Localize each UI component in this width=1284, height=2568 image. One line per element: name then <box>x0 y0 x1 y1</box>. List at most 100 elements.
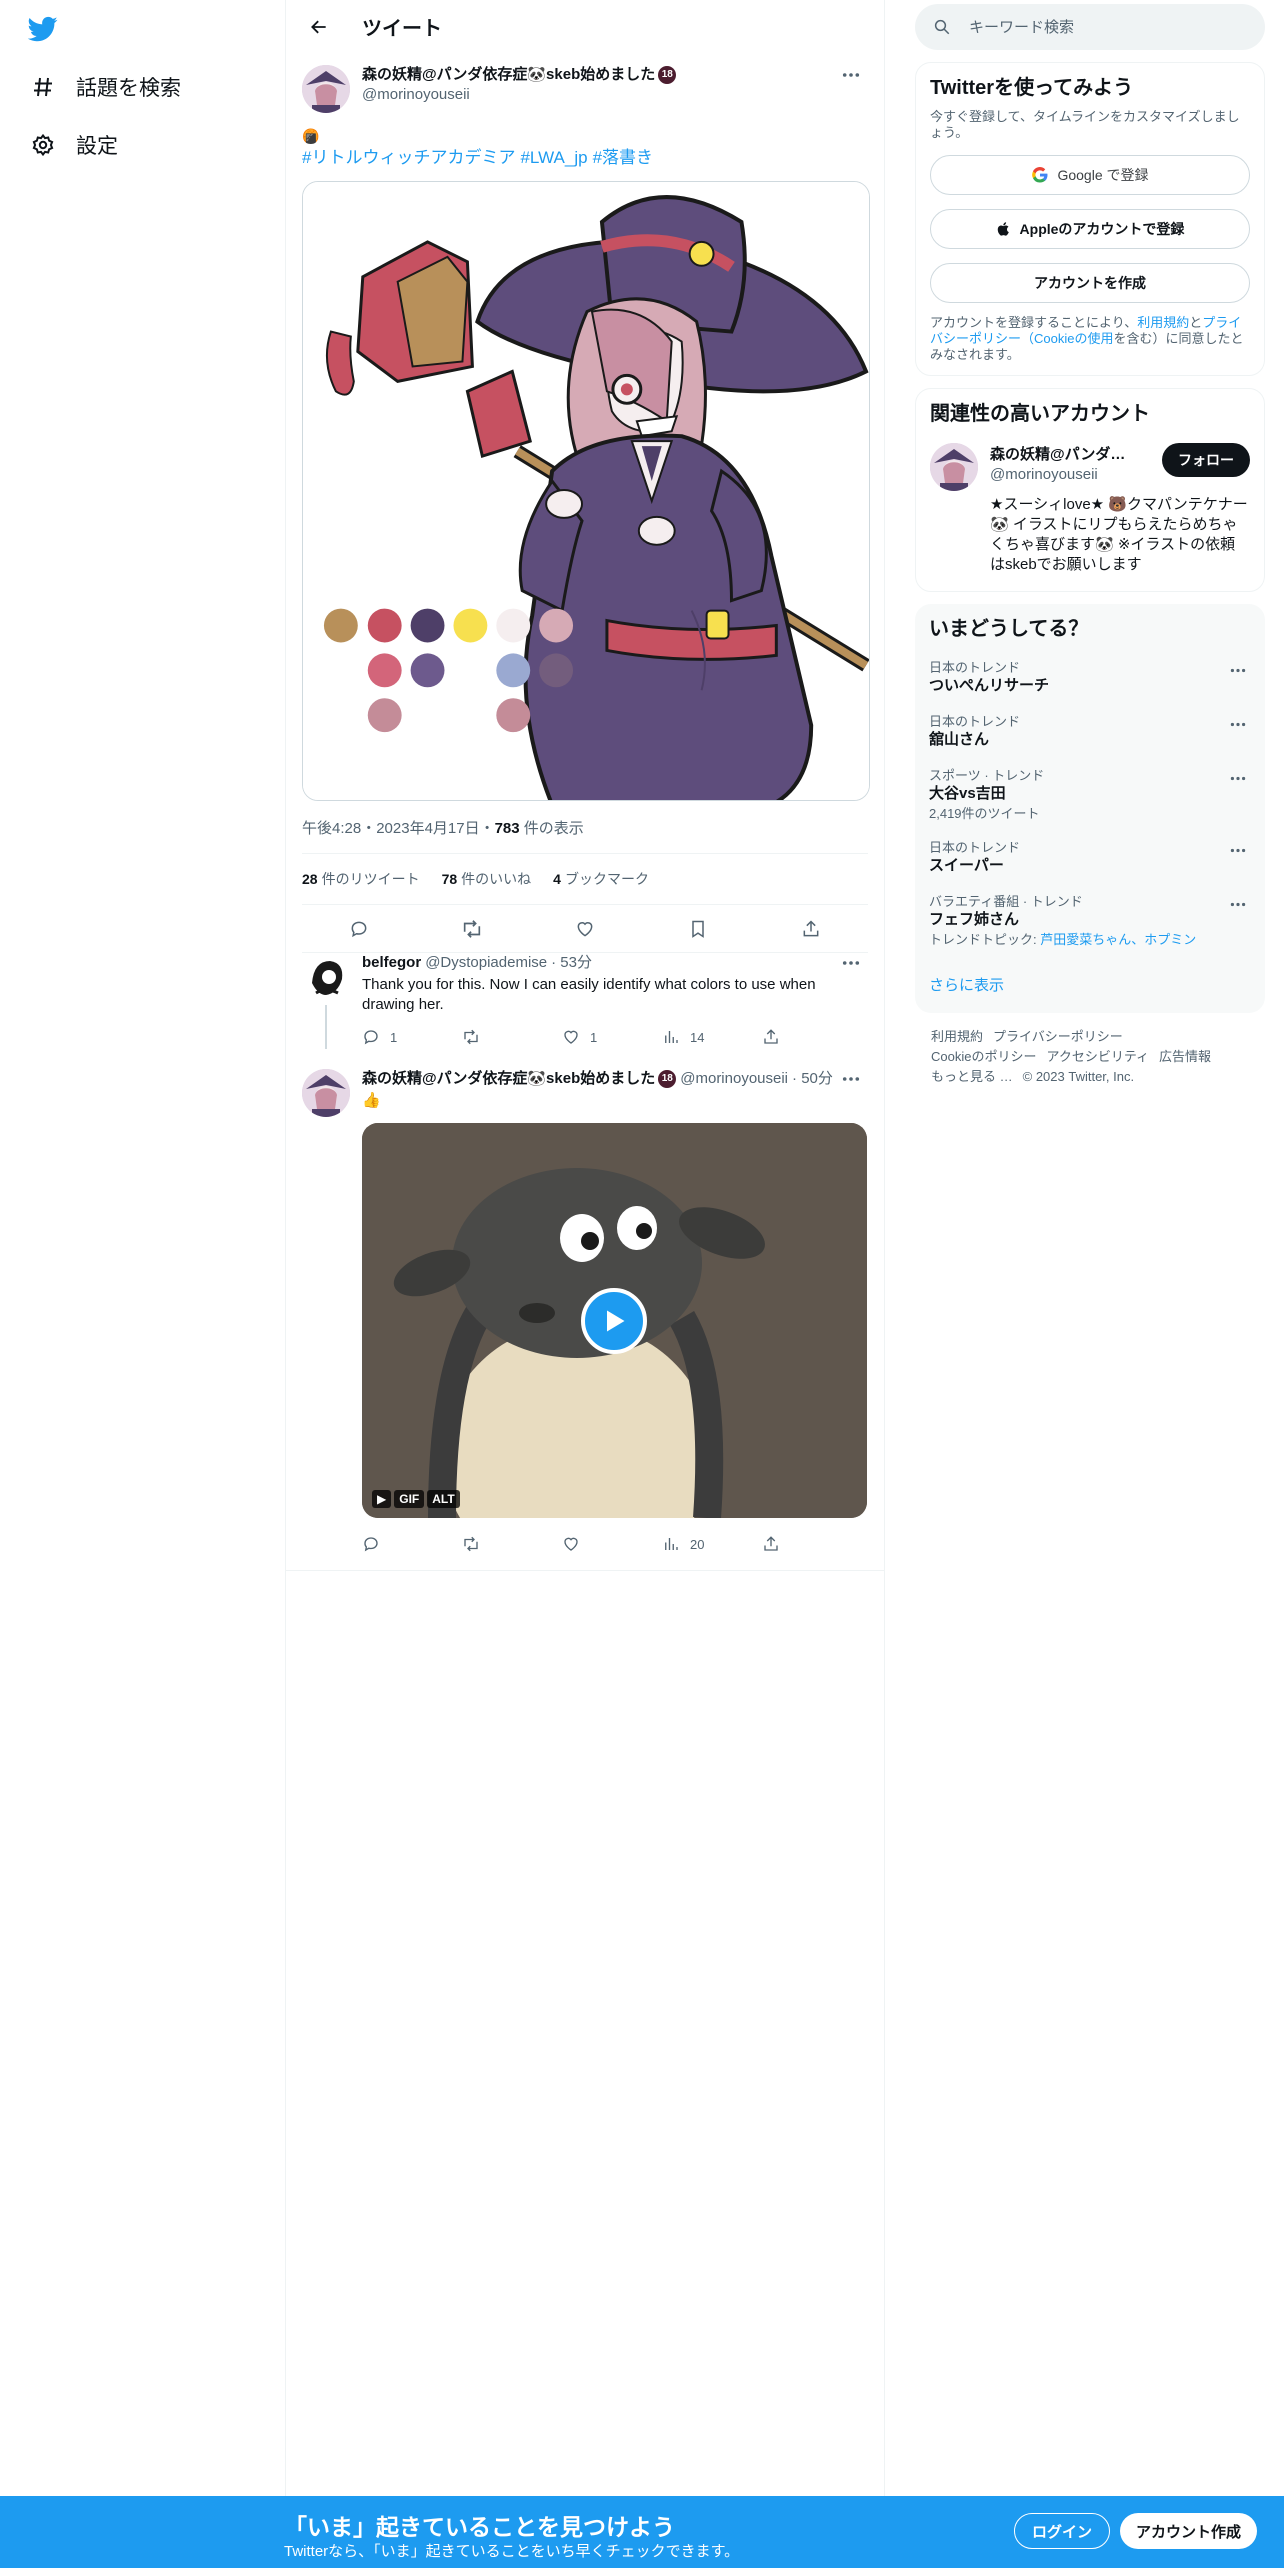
gif-play-tag[interactable]: ▶ <box>372 1490 392 1508</box>
related-account-handle[interactable]: @morinoyouseii <box>990 466 1162 483</box>
trend-item[interactable]: スポーツ · トレンド 大谷vs吉田 2,419件のツイート <box>929 768 1251 822</box>
hashtag-link[interactable]: #落書き <box>593 148 653 167</box>
hashtag-icon <box>28 72 58 102</box>
avatar[interactable] <box>302 1069 350 1117</box>
views-label: 件の表示 <box>519 820 584 837</box>
legal-pre: アカウントを登録することにより、 <box>930 315 1138 330</box>
tweet-actions <box>302 905 868 953</box>
like-button[interactable] <box>562 1535 662 1553</box>
more-icon[interactable] <box>1221 768 1255 788</box>
twitter-logo-icon[interactable] <box>27 14 62 44</box>
trends-title: いまどうしてる？ <box>929 618 1089 640</box>
more-icon[interactable] <box>1221 840 1255 860</box>
palette-swatch <box>539 653 574 688</box>
main-column: ツイート 森の妖精@パンダ依存症🐼skeb始めました 18 @morinoyou… <box>285 0 885 2568</box>
google-icon <box>1032 167 1048 183</box>
trend-item[interactable]: 日本のトレンド 舘山さん <box>929 714 1251 750</box>
signup-button[interactable]: アカウント作成 <box>1120 2513 1258 2549</box>
trend-item[interactable]: バラエティ番組 · トレンド フェフ姉さん トレンドトピック: 芦田愛菜ちゃん、… <box>929 894 1251 948</box>
bookmark-icon[interactable] <box>681 912 715 946</box>
author-handle[interactable]: @morinoyouseii <box>362 85 834 105</box>
show-more-link[interactable]: さらに表示 <box>929 974 1251 995</box>
more-icon[interactable] <box>1221 714 1255 734</box>
search-box[interactable] <box>915 4 1265 50</box>
likes-count: 78 <box>441 871 458 887</box>
like-button[interactable]: 1 <box>562 1028 662 1046</box>
related-account[interactable]: 森の妖精@パンダ依存症🐼skeb始めました @morinoyouseii フォロ… <box>930 443 1250 491</box>
share-button[interactable] <box>762 1028 862 1046</box>
views-button[interactable]: 20 <box>662 1535 762 1553</box>
hashtag-link[interactable]: #リトルウィッチアカデミア <box>302 148 515 167</box>
reply-button[interactable] <box>362 1535 462 1553</box>
reply-author-handle[interactable]: @Dystopiademise <box>425 953 547 973</box>
trend-name: フェフ姉さん <box>929 911 1020 928</box>
gif-media[interactable]: ▶ GIF ALT <box>362 1123 867 1518</box>
footer-link[interactable]: Cookieのポリシー <box>931 1049 1036 1064</box>
related-account-bio: ★スーシィlove★ 🐻クマパンテケナー🐼 イラストにリプもらえたらめちゃくちゃ… <box>990 496 1248 573</box>
reply-button[interactable]: 1 <box>362 1028 462 1046</box>
create-account-button[interactable]: アカウントを作成 <box>930 263 1250 303</box>
avatar[interactable] <box>302 953 350 1001</box>
google-signup-button[interactable]: Google で登録 <box>930 155 1250 195</box>
follow-button[interactable]: フォロー <box>1162 443 1250 477</box>
back-arrow-icon[interactable] <box>302 10 336 44</box>
hashtag-link[interactable]: #LWA_jp <box>520 148 587 167</box>
signup-subtitle: 今すぐ登録して、タイムラインをカスタマイズしましょう。 <box>930 109 1240 140</box>
tweet-image[interactable] <box>302 181 870 801</box>
related-account-name[interactable]: 森の妖精@パンダ依存症🐼skeb始めました <box>990 443 1140 464</box>
legal-and: と <box>1189 315 1203 330</box>
play-button[interactable] <box>581 1288 647 1354</box>
more-icon[interactable] <box>1221 894 1255 914</box>
nav-explore[interactable]: 話題を検索 <box>28 62 181 112</box>
reply-author-handle[interactable]: @morinoyouseii <box>680 1069 788 1089</box>
footer-link[interactable]: もっと見る … <box>931 1069 1013 1084</box>
reply-author-name[interactable]: belfegor <box>362 953 421 973</box>
retweets-stat[interactable]: 28 件のリツイート <box>302 869 420 889</box>
footer-link[interactable]: 広告情報 <box>1159 1049 1211 1064</box>
author-name[interactable]: 森の妖精@パンダ依存症🐼skeb始めました 18 <box>362 65 834 85</box>
apple-signup-button[interactable]: Appleのアカウントで登録 <box>930 209 1250 249</box>
reply-tweet[interactable]: belfegor @Dystopiademise · 53分 Thank you… <box>286 953 884 1059</box>
reply-time[interactable]: · 53分 <box>551 953 592 973</box>
retweets-label: 件のリツイート <box>321 871 420 887</box>
view-count: 14 <box>690 1029 705 1045</box>
tweet-timestamp[interactable]: 午後4:28・2023年4月17日・ <box>302 820 495 837</box>
trend-topic-links[interactable]: 芦田愛菜ちゃん、ホプミン <box>1040 932 1196 947</box>
retweet-button[interactable] <box>462 1535 562 1553</box>
trend-item[interactable]: 日本のトレンド ついぺんリサーチ <box>929 660 1251 696</box>
more-icon[interactable] <box>834 953 868 973</box>
palette-swatch <box>323 608 358 643</box>
bookmarks-stat[interactable]: 4 ブックマーク <box>553 869 649 889</box>
share-icon[interactable] <box>794 912 828 946</box>
login-button[interactable]: ログイン <box>1014 2513 1111 2549</box>
banner-title: 「いま」起きていることを見つけよう <box>284 2514 675 2540</box>
retweet-button[interactable] <box>462 1028 562 1046</box>
share-button[interactable] <box>762 1535 862 1553</box>
reply-author-name[interactable]: 森の妖精@パンダ依存症🐼skeb始めました <box>362 1069 655 1089</box>
likes-stat[interactable]: 78 件のいいね <box>442 869 532 889</box>
footer-link[interactable]: アクセシビリティ <box>1046 1049 1149 1064</box>
avatar[interactable] <box>930 443 978 491</box>
palette-swatch <box>496 698 531 733</box>
retweet-icon[interactable] <box>455 912 489 946</box>
nav-settings-label: 設定 <box>76 135 118 158</box>
search-input[interactable] <box>969 18 1229 36</box>
terms-link[interactable]: 利用規約 <box>1137 315 1189 330</box>
reply-icon[interactable] <box>342 912 376 946</box>
reply-icon <box>364 1537 378 1552</box>
reply-time[interactable]: · 50分 <box>792 1069 833 1089</box>
nav-settings[interactable]: 設定 <box>28 120 118 170</box>
views-button[interactable]: 14 <box>662 1028 762 1046</box>
more-icon[interactable] <box>1221 660 1255 680</box>
trend-item[interactable]: 日本のトレンド スイーパー <box>929 840 1251 876</box>
avatar[interactable] <box>302 65 350 113</box>
more-icon[interactable] <box>834 1069 868 1089</box>
reply-tweet[interactable]: 森の妖精@パンダ依存症🐼skeb始めました 18 @morinoyouseii … <box>286 1059 884 1571</box>
more-icon[interactable] <box>834 65 868 85</box>
alt-badge[interactable]: ALT <box>427 1490 460 1508</box>
like-icon[interactable] <box>568 912 602 946</box>
footer-link[interactable]: 利用規約 <box>931 1029 983 1044</box>
footer-link[interactable]: プライバシーポリシー <box>993 1029 1123 1044</box>
trend-category: 日本のトレンド <box>929 840 1021 855</box>
palette-swatch <box>410 653 445 688</box>
